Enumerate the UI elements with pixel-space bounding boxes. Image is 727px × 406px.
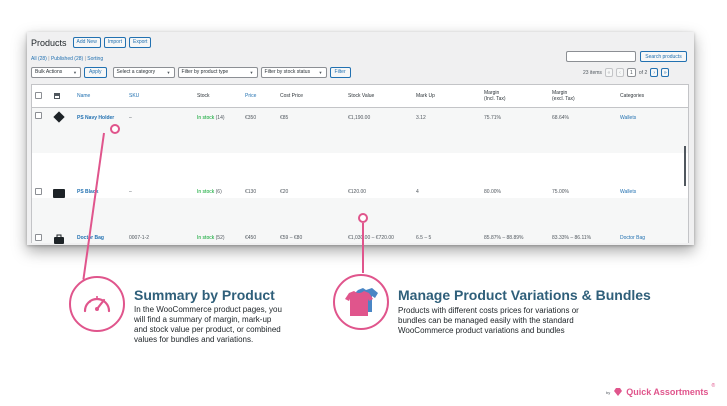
cost-cell: €85 [280,115,289,121]
category-link[interactable]: Doctor Bag [620,235,645,241]
page-header: Products Add New Import Export [31,37,152,48]
chevron-down-icon: ▼ [73,69,77,75]
row-checkbox[interactable] [35,188,42,195]
stock-value-cell: €1,190.00 [348,115,371,121]
price-cell: €350 [245,115,257,121]
stock-value-cell: €1,030.00 – €720.00 [348,235,394,241]
category-select[interactable]: Select a category ▼ [112,66,175,78]
price-cell: €450 [245,235,257,241]
pagination: 23 items « ‹ 1 of 2 › » [583,68,670,77]
pin-dot-left [110,124,120,134]
table-row: PS Black – In stock (6) €130 €20 €120.00… [32,153,688,198]
feature-body-variations: Products with different costs prices for… [398,306,579,335]
col-margin-incl: Margin (Incl. Tax) [484,90,506,102]
category-link[interactable]: Wallets [620,115,636,121]
stock-cell: In stock (14) [197,115,225,121]
col-stock-value: Stock Value [348,93,375,99]
pin-dot-right [358,213,368,223]
table-row: PS Navy Holder – In stock (14) €350 €85 … [32,108,688,153]
margin-excl-cell: 75.00% [552,189,569,195]
page-of-label: of 2 [638,69,648,76]
col-name[interactable]: Name [77,85,90,107]
product-thumbnail[interactable] [52,232,66,245]
stock-status-select[interactable]: Filter by stock status ▼ [260,66,327,78]
import-button[interactable]: Import [103,37,126,48]
product-thumbnail[interactable] [52,110,66,124]
stock-value-cell: €120.00 [348,189,367,195]
row-checkbox[interactable] [35,112,42,119]
markup-cell: 6.5 – 5 [416,235,432,241]
speedometer-icon [69,276,125,332]
scrollbar[interactable] [684,146,686,186]
view-sorting-link[interactable]: Sorting [87,56,103,62]
feature-body-summary: In the WooCommerce product pages, you wi… [134,305,282,344]
chevron-down-icon: ▼ [318,69,323,75]
first-page-button[interactable]: « [604,68,613,77]
stock-cell: In stock (6) [197,189,222,195]
view-published-link[interactable]: Published (28) [51,56,83,62]
stock-cell: In stock (52) [197,235,225,241]
col-price[interactable]: Price [245,85,256,107]
sku-cell: 0007-1-2 [129,235,150,241]
col-margin-excl: Margin (excl. Tax) [552,90,575,102]
col-cost: Cost Price [280,93,304,99]
current-page-input[interactable]: 1 [626,68,636,77]
col-markup: Mark Up [416,93,435,99]
price-cell: €130 [245,189,257,195]
sku-cell: – [129,115,132,121]
category-link[interactable]: Wallets [620,189,636,195]
select-all-checkbox[interactable] [35,92,42,99]
page-title: Products [31,37,67,48]
product-name-link[interactable]: PS Navy Holder [77,115,114,121]
col-stock: Stock [197,93,210,99]
margin-incl-cell: 75.71% [484,115,501,121]
product-type-select[interactable]: Filter by product type ▼ [177,66,258,78]
filter-bar: Bulk Actions ▼ Apply Select a category ▼ F… [31,66,351,78]
export-button[interactable]: Export [129,37,152,48]
brand-logo: by Quick Assortments ® [606,383,715,401]
col-categories: Categories [620,93,645,99]
chevron-down-icon: ▼ [166,69,171,75]
items-count: 23 items [583,69,602,76]
margin-incl-cell: 80.00% [484,189,501,195]
view-all-link[interactable]: All (28) [31,56,47,62]
search-input[interactable] [566,51,636,62]
margin-excl-cell: 83.33% – 86.11% [552,235,592,241]
feature-title-summary: Summary by Product [134,287,275,303]
sku-cell: – [129,189,132,195]
tshirts-icon [333,274,389,330]
margin-excl-cell: 68.64% [552,115,569,121]
filter-button[interactable]: Filter [329,66,351,78]
prev-page-button[interactable]: ‹ [615,68,624,77]
image-column-icon [54,85,60,107]
chevron-down-icon: ▼ [249,69,254,75]
search-products-button[interactable]: Search products [640,51,687,62]
pin-line-right [362,223,364,273]
row-checkbox[interactable] [35,234,42,241]
markup-cell: 4 [416,189,419,195]
bulk-actions-select[interactable]: Bulk Actions ▼ [31,66,81,78]
add-new-button[interactable]: Add New [72,37,101,48]
last-page-button[interactable]: » [661,68,670,77]
margin-incl-cell: 85.87% – 88.89% [484,235,524,241]
cost-cell: €59 – €80 [280,235,303,241]
markup-cell: 3.12 [416,115,426,121]
cost-cell: €20 [280,189,289,195]
col-sku[interactable]: SKU [129,85,139,107]
apply-button[interactable]: Apply [84,66,107,78]
view-filters: All (28) | Published (28) | Sorting [31,56,104,62]
feature-title-variations: Manage Product Variations & Bundles [398,287,651,303]
diamond-icon [613,383,623,401]
next-page-button[interactable]: › [650,68,659,77]
